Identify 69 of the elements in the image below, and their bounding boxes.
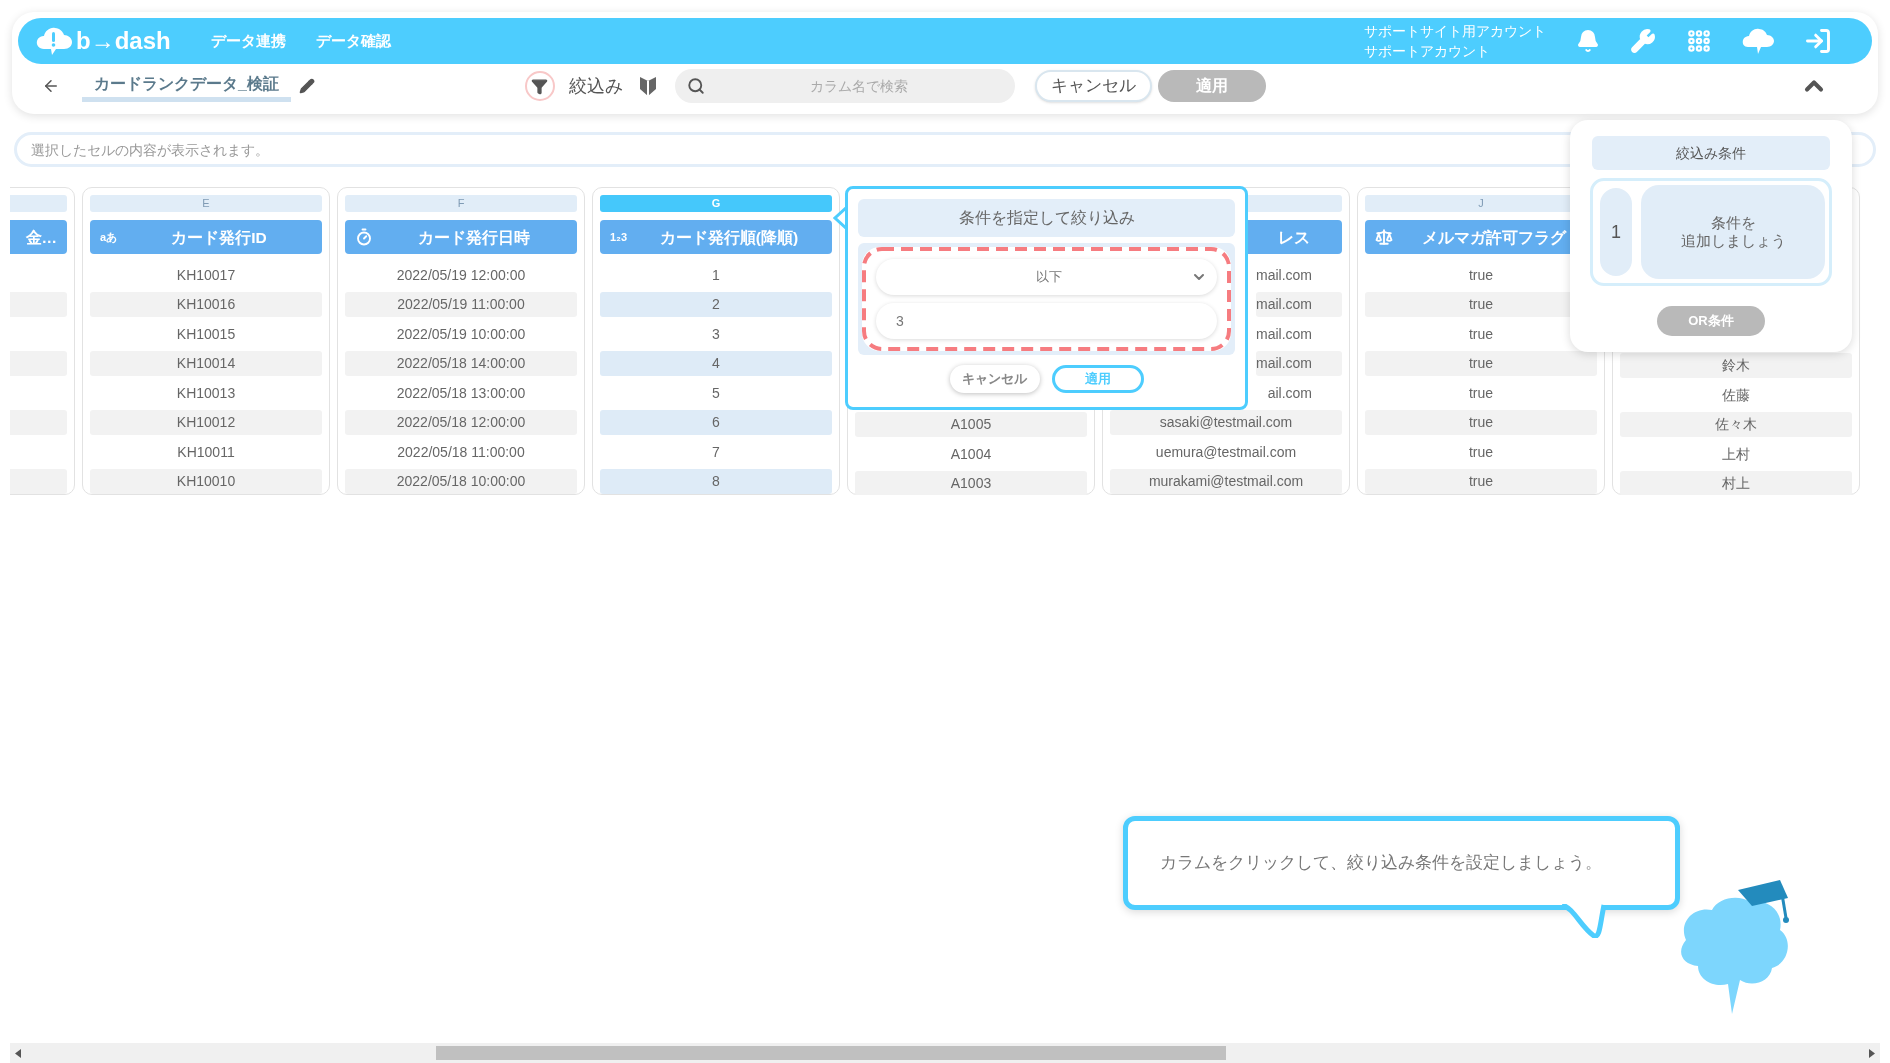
table-cell: 村上 <box>1620 471 1852 495</box>
column-letter: E <box>202 196 210 212</box>
table-cell: KH10016 <box>90 292 322 317</box>
table-cell-text: true <box>1467 442 1495 462</box>
guide-message: カラムをクリックして、絞り込み条件を設定しましょう。 <box>1160 852 1602 875</box>
add-condition-hint: 条件を <box>1710 214 1756 232</box>
table-cell-text: 上村 <box>1721 444 1751 464</box>
account-name: サポートアカウント <box>1364 42 1491 61</box>
table-cell: 2022/05/19 11:00:00 <box>345 292 577 317</box>
table-cell-text: ail.com <box>1266 383 1313 403</box>
logo: b→dash <box>76 26 171 56</box>
table-cell-text: true <box>1467 383 1495 403</box>
table-cell-text: 2022/05/18 13:00:00 <box>395 383 527 403</box>
column-letter: F <box>457 196 465 212</box>
table-cell-text: 3 <box>711 324 721 344</box>
table-cell-text: A1004 <box>949 444 993 464</box>
table-cell: mail.com <box>1256 292 1342 317</box>
column-title: カード発行ID <box>170 227 268 248</box>
table-cell-text: mail.com <box>1256 324 1313 344</box>
table-cell: A1005 <box>855 412 1087 437</box>
table-cell: A1003 <box>855 471 1087 495</box>
table-cell-text: 1 <box>711 265 721 285</box>
table-cell: sasaki@testmail.com <box>1110 410 1342 435</box>
table-cell-text: 2022/05/18 11:00:00 <box>396 442 526 462</box>
table-cell: true <box>1365 469 1597 494</box>
table-cell-text: KH10017 <box>175 265 237 285</box>
column-title: レス <box>1277 227 1311 248</box>
table-cell: KH10010 <box>90 469 322 494</box>
table-cell: 6 <box>600 410 832 435</box>
table-cell-text: mail.com <box>1256 265 1313 285</box>
table-cell: 2022/05/18 14:00:00 <box>345 351 577 376</box>
table-cell-text: KH10011 <box>176 442 236 462</box>
table-cell: true <box>1365 410 1597 435</box>
table-cell: 2022/05/18 10:00:00 <box>345 469 577 494</box>
column-title: 金… <box>24 227 57 248</box>
table-cell-text: 2022/05/19 10:00:00 <box>395 324 527 344</box>
add-condition-hint: 追加しましょう <box>1680 232 1786 250</box>
table-cell-text: 5 <box>711 383 721 403</box>
table-cell-text: true <box>1467 265 1495 285</box>
table-cell-text: 2022/05/19 12:00:00 <box>395 265 527 285</box>
table-cell: 8 <box>600 469 832 494</box>
panel-title: 絞込み条件 <box>1592 136 1830 170</box>
type-label: aあ <box>100 229 118 245</box>
table-cell: 2 <box>600 292 832 317</box>
column-title: カード発行日時 <box>417 227 531 248</box>
table-cell-text: 佐藤 <box>1721 385 1751 405</box>
column-title: カード発行順(降順) <box>658 227 800 248</box>
table-cell-text: KH10013 <box>175 383 237 403</box>
table-cell-text: 7 <box>711 442 721 462</box>
popover-title: 条件を指定して絞り込み <box>858 199 1235 237</box>
account-name: サポートサイト用アカウント <box>1364 22 1546 41</box>
table-cell: 鈴木 <box>1620 353 1852 378</box>
table-cell: murakami@testmail.com <box>1110 469 1342 494</box>
table-cell: KH10012 <box>90 410 322 435</box>
table-cell: mail.com <box>1256 351 1342 376</box>
table-cell: 佐々木 <box>1620 412 1852 437</box>
table-cell: 4 <box>600 351 832 376</box>
table-cell: true <box>1365 351 1597 376</box>
table-cell: KH10014 <box>90 351 322 376</box>
filter-label: 絞込み <box>568 74 623 98</box>
column-title: メルマガ許可フラグ <box>1421 227 1568 248</box>
group-number: 1 <box>1597 185 1635 279</box>
table-cell-text: uemura@testmail.com <box>1154 442 1298 462</box>
table-cell: 2022/05/18 12:00:00 <box>345 410 577 435</box>
column-letter: J <box>1478 196 1484 212</box>
table-cell-text: KH10015 <box>175 324 237 344</box>
column-letter: G <box>711 196 721 212</box>
table-cell-text: true <box>1467 324 1495 344</box>
type-label: 1₂3 <box>610 229 628 245</box>
